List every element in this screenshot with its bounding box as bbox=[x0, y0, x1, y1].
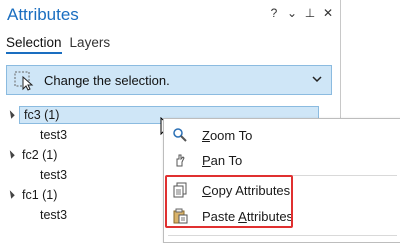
close-icon[interactable]: ✕ bbox=[322, 6, 334, 20]
chevron-down-icon bbox=[312, 76, 322, 83]
tab-selection[interactable]: Selection bbox=[6, 35, 62, 54]
zoom-to-icon bbox=[173, 128, 187, 142]
collapse-triangle-icon[interactable] bbox=[6, 110, 15, 119]
menu-item-label: Zoom To bbox=[202, 127, 253, 143]
pane-menu-icon[interactable]: ⌄ bbox=[286, 6, 298, 20]
help-button[interactable]: ? bbox=[268, 6, 280, 20]
pan-to-icon bbox=[176, 154, 185, 167]
change-selection-dropdown[interactable]: Change the selection. bbox=[6, 65, 332, 95]
paste-attributes-icon bbox=[173, 208, 188, 224]
pane-toolbar: ? ⌄ ⊥ ✕ bbox=[268, 6, 334, 20]
selection-dropdown-label: Change the selection. bbox=[44, 72, 170, 88]
pin-icon[interactable]: ⊥ bbox=[304, 6, 316, 20]
context-menu: Zoom To Pan To Copy Attributes Paste Att… bbox=[163, 118, 400, 243]
pane-title: Attributes bbox=[7, 5, 79, 24]
menu-item-label: Copy Attributes bbox=[202, 182, 291, 198]
menu-item-paste-attributes[interactable]: Paste Attributes bbox=[164, 204, 400, 228]
menu-separator bbox=[168, 175, 397, 176]
collapse-triangle-icon[interactable] bbox=[6, 150, 15, 159]
menu-item-pan-to[interactable]: Pan To bbox=[164, 148, 400, 172]
tab-layers[interactable]: Layers bbox=[70, 35, 111, 54]
menu-item-copy-attributes[interactable]: Copy Attributes bbox=[164, 178, 400, 202]
tree-node-label: fc1 (1) bbox=[22, 188, 58, 202]
menu-separator bbox=[168, 235, 397, 236]
copy-attributes-icon bbox=[173, 182, 187, 198]
tree-node-label: fc2 (1) bbox=[22, 148, 58, 162]
tab-strip: Selection Layers bbox=[6, 35, 110, 54]
select-arrow-icon bbox=[14, 71, 34, 91]
menu-item-label: Paste Attributes bbox=[202, 208, 294, 224]
menu-item-zoom-to[interactable]: Zoom To bbox=[164, 123, 400, 147]
menu-item-label: Pan To bbox=[202, 152, 243, 168]
collapse-triangle-icon[interactable] bbox=[6, 190, 15, 199]
